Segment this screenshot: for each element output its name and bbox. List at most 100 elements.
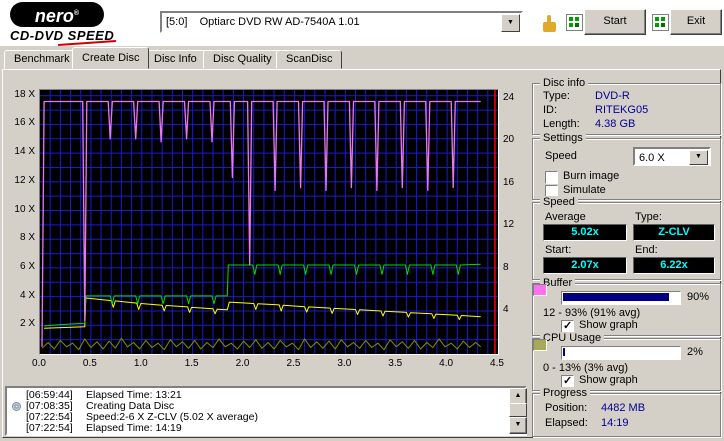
tab-create-disc[interactable]: Create Disc [72,47,150,69]
series-write-speed [44,263,481,327]
left-axis-tick-label: 16 X [14,117,35,129]
eject-hand-icon[interactable] [537,10,561,36]
cpu-meter-fill [563,348,566,356]
tab-scandisc[interactable]: ScanDisc [276,50,343,69]
left-axis-tick-label: 18 X [14,88,35,100]
settings-group: Settings Speed 6.0 X ▼ Burn image Simula… [532,132,721,200]
chart-canvas [40,90,498,354]
chevron-down-icon[interactable]: ▼ [501,14,520,32]
chevron-down-icon[interactable]: ▼ [689,150,708,165]
start-speed-label: Start: [545,244,572,256]
create-disc-page: 18 X 16 X 14 X 12 X 10 X 8 X 6 X 4 X 2 X 24 20 16 12… [2,69,721,438]
nero-logo: nero® [10,2,104,27]
x-axis-tick-label: 0.5 [82,358,97,369]
buffer-meter [561,291,681,305]
disc-id-label: ID: [543,104,558,116]
x-axis-tick-label: 3.5 [388,358,403,369]
cpu-color-swatch [533,339,547,351]
buffer-color-swatch [533,284,547,296]
right-axis-tick-label: 8 [503,261,509,273]
cpu-percent: 2% [687,346,703,358]
scrollbar-thumb[interactable] [509,403,527,417]
cpu-usage-title: CPU Usage [540,332,605,344]
progress-title: Progress [540,387,591,399]
disc-info-title: Disc info [540,77,589,89]
left-axis-tick-label: 14 X [14,146,35,158]
settings-title: Settings [540,132,586,144]
nero-cd-dvd-speed-window: nero® CD-DVD SPEED [5:0] Optiarc DVD RW … [0,0,724,441]
chart-area: 18 X 16 X 14 X 12 X 10 X 8 X 6 X 4 X 2 X 24 20 16 12… [3,70,530,372]
x-axis-tick-label: 4.0 [439,358,454,369]
tab-disc-quality[interactable]: Disc Quality [203,50,282,69]
cpu-range-text: 0 - 13% (3% avg) [543,362,628,374]
average-speed-value: 5.02x [543,224,627,241]
disc-info-group: Disc info Type: DVD-R ID: RITEKG05 Lengt… [532,77,721,135]
burn-image-checkbox[interactable] [545,171,558,184]
cpu-usage-group: CPU Usage 2% 0 - 13% (3% avg) Show graph [532,332,721,391]
left-axis-tick-label: 2 X [19,318,35,330]
buffer-meter-fill [563,293,670,301]
buffer-group: Buffer 90% 12 - 93% (91% avg) Show graph [532,277,721,336]
position-label: Position: [545,402,588,414]
tab-strip: Benchmark Create Disc Disc Info Disc Qua… [0,46,724,69]
start-button[interactable]: Start [584,9,646,35]
log-row: [07:22:54] Elapsed Time: 14:19 [9,423,505,434]
status-log-panel: [06:59:44] Elapsed Time: 13:21 [07:08:35]… [5,386,527,436]
speed-setting-label: Speed [545,150,577,162]
write-type-value: Z-CLV [633,224,715,241]
right-axis-tick-label: 16 [503,176,515,188]
speed-title: Speed [540,196,578,208]
end-speed-value: 6.22x [633,257,715,274]
disc-length-label: Length: [543,118,580,130]
disc-type-label: Type: [543,90,570,102]
elapsed-value: 14:19 [601,417,629,429]
x-axis-tick-label: 3.0 [337,358,352,369]
disc-length-value: 4.38 GB [595,118,636,130]
cpu-meter [561,346,681,360]
disc-icon [12,402,21,411]
x-axis-tick-label: 4.5 [490,358,504,369]
x-axis-tick-label: 2.0 [235,358,250,369]
speed-select-value: 6.0 X [639,152,665,164]
log-timestamp: [07:22:54] [26,422,73,434]
left-axis-tick-label: 4 X [19,289,35,301]
progress-group: Progress Position: 4482 MB Elapsed: 14:1… [532,387,721,437]
scroll-down-icon[interactable]: ▼ [509,417,527,434]
x-axis-tick-label: 1.0 [133,358,148,369]
cpu-show-graph-label: Show graph [579,374,638,386]
speed-select-dropdown[interactable]: 6.0 X ▼ [633,147,711,166]
buffer-show-graph-label: Show graph [579,319,638,331]
series-rotation-speed [44,297,481,329]
start-speed-value: 2.07x [543,257,627,274]
x-axis-tick-label: 0.0 [32,358,46,369]
simulate-label: Simulate [563,184,606,196]
elapsed-label: Elapsed: [545,417,588,429]
disc-id-value: RITEKG05 [595,104,649,116]
log-row: [07:22:54] Speed:2-6 X Z-CLV (5.02 X aver… [9,412,505,423]
green-grid-icon[interactable] [652,14,669,31]
disc-type-value: DVD-R [595,90,630,102]
tab-disc-info[interactable]: Disc Info [144,50,207,69]
left-axis-tick-label: 8 X [19,232,35,244]
end-speed-label: End: [635,244,658,256]
log-scrollbar[interactable]: ▲ ▼ [509,388,527,434]
x-axis-tick-label: 2.5 [286,358,301,369]
log-text: Elapsed Time: 14:19 [86,422,182,434]
tab-benchmark[interactable]: Benchmark [4,50,80,69]
drive-select-dropdown[interactable]: [5:0] Optiarc DVD RW AD-7540A 1.01 ▼ [160,11,523,33]
green-grid-icon[interactable] [566,14,583,31]
right-axis-tick-label: 20 [503,134,515,146]
burn-image-label: Burn image [563,170,620,182]
left-axis-tick-label: 12 X [14,174,35,186]
exit-button[interactable]: Exit [670,9,722,35]
left-axis-tick-label: 6 X [19,260,35,272]
average-label: Average [545,211,586,223]
log-row: [06:59:44] Elapsed Time: 13:21 [9,390,505,401]
nero-logo-text: nero [34,6,74,26]
chart-plot [39,89,499,355]
speed-group: Speed Average Type: 5.02x Z-CLV Start: E… [532,196,721,280]
right-axis-tick-label: 24 [503,91,515,103]
right-axis-tick-label: 12 [503,219,515,231]
drive-select-value: [5:0] Optiarc DVD RW AD-7540A 1.01 [166,16,360,28]
buffer-range-text: 12 - 93% (91% avg) [543,307,641,319]
